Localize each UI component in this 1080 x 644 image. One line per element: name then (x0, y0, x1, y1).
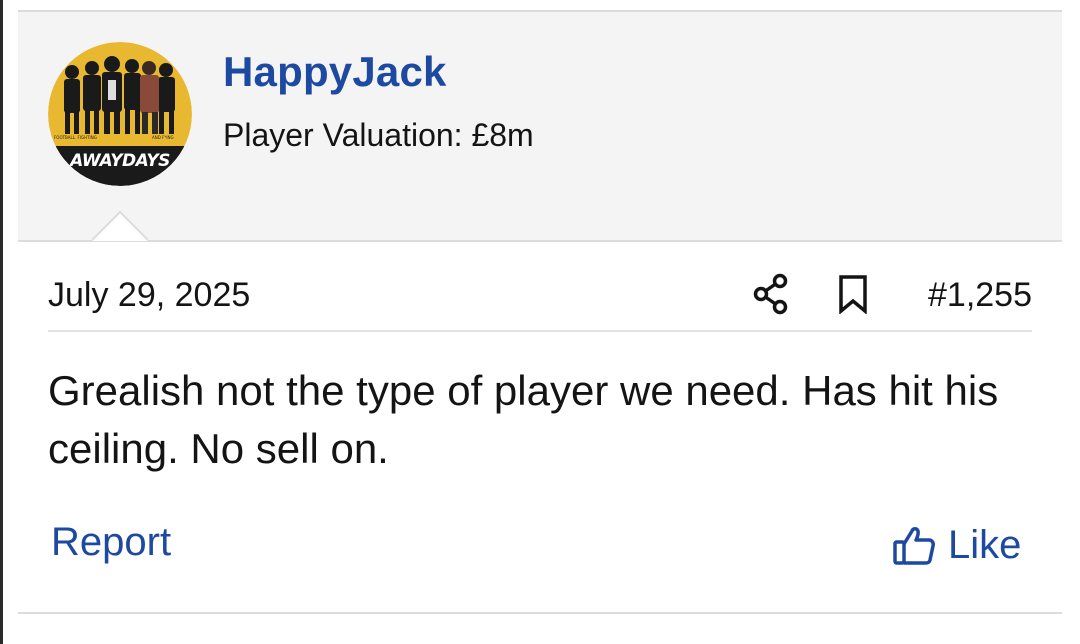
post-meta-row: July 29, 2025 #1,255 (48, 272, 1032, 332)
svg-text:FOOTBALL. FIGHTING: FOOTBALL. FIGHTING (54, 135, 97, 140)
user-info-block: FOOTBALL. FIGHTING AND F*ING AWAYDAYS Ha… (18, 12, 1062, 242)
forum-post: FOOTBALL. FIGHTING AND F*ING AWAYDAYS Ha… (18, 10, 1062, 614)
svg-text:AWAYDAYS: AWAYDAYS (68, 151, 170, 171)
window-edge (0, 0, 3, 644)
divider (18, 612, 1062, 614)
share-icon[interactable] (752, 272, 790, 316)
like-label: Like (948, 522, 1022, 567)
avatar-image: FOOTBALL. FIGHTING AND F*ING AWAYDAYS (48, 42, 192, 186)
user-title: Player Valuation: £8m (223, 117, 534, 153)
svg-text:AND F*ING: AND F*ING (152, 135, 174, 140)
speech-arrow (92, 210, 148, 241)
avatar[interactable]: FOOTBALL. FIGHTING AND F*ING AWAYDAYS (48, 42, 192, 186)
username-link[interactable]: HappyJack (223, 48, 447, 96)
report-button[interactable]: Report (51, 520, 171, 565)
post-date[interactable]: July 29, 2025 (48, 276, 250, 315)
like-button[interactable]: Like (892, 520, 1021, 570)
post-message: Grealish not the type of player we need.… (48, 367, 999, 472)
thumbs-up-icon (893, 527, 935, 565)
post-number[interactable]: #1,255 (928, 276, 1032, 315)
bookmark-icon[interactable] (836, 274, 870, 314)
